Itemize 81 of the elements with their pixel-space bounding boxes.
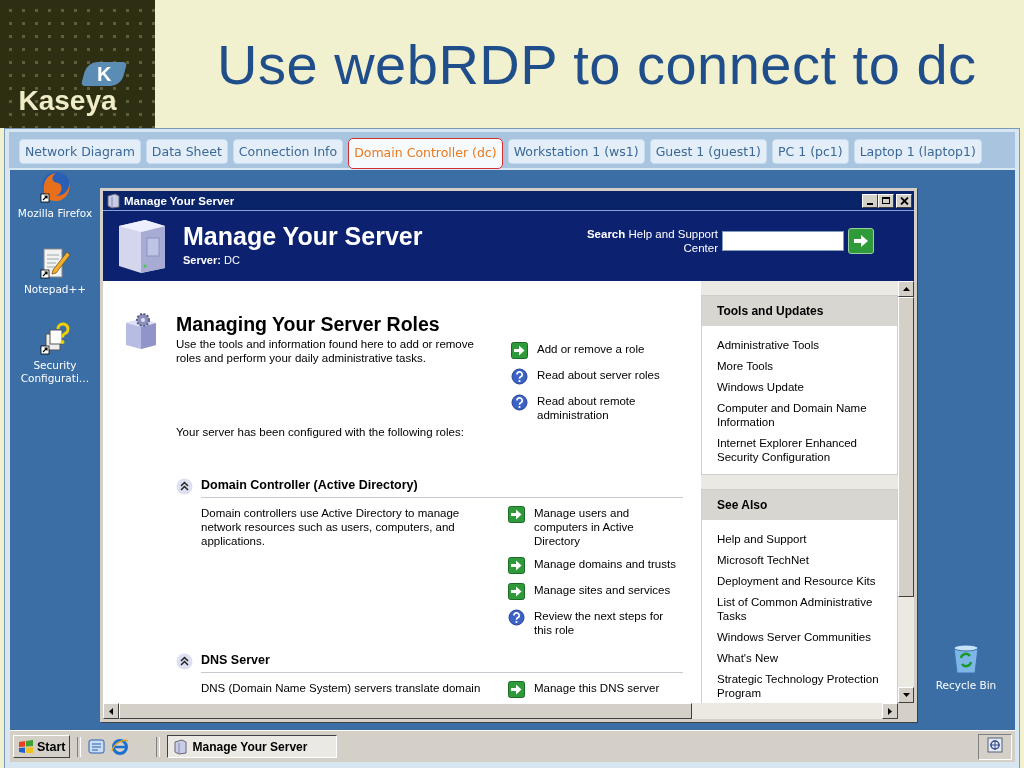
search-label: Search Help and Support Center — [585, 227, 718, 255]
logo-text: Kaseya — [18, 86, 117, 116]
arrow-icon[interactable] — [508, 506, 525, 523]
panel-link[interactable]: Windows Update — [717, 380, 883, 394]
panel-link[interactable]: Strategic Technology Protection Program — [717, 672, 883, 700]
security-config-icon[interactable] — [38, 322, 72, 356]
scroll-up-icon[interactable] — [902, 287, 910, 291]
tab[interactable]: Guest 1 (guest1) — [649, 138, 767, 164]
panel-link[interactable]: Deployment and Resource Kits — [717, 574, 883, 588]
desktop-icon-label[interactable]: Mozilla Firefox — [13, 207, 97, 220]
go-button[interactable] — [848, 228, 874, 254]
maximize-button[interactable] — [878, 193, 894, 208]
scroll-right-icon[interactable] — [888, 707, 892, 715]
panel-link[interactable]: List of Common Administrative Tasks — [717, 595, 883, 623]
section-heading: Managing Your Server Roles — [176, 313, 441, 335]
role-description: Domain controllers use Active Directory to manage network resources such as users, computers, and applications. — [201, 506, 461, 549]
scroll-down-icon[interactable] — [902, 693, 910, 697]
task-link[interactable]: Manage sites and services — [534, 583, 671, 597]
arrow-icon[interactable] — [508, 583, 525, 600]
panel-title: See Also — [702, 490, 897, 520]
panel-link[interactable]: Internet Explorer Enhanced Security Configuration — [717, 436, 883, 464]
tab[interactable]: PC 1 (pc1) — [771, 138, 849, 164]
minimize-button[interactable] — [862, 193, 878, 208]
search-field[interactable] — [722, 231, 844, 251]
logo-mark: K — [80, 62, 128, 86]
server-icon — [172, 738, 189, 755]
role-title: Domain Controller (Active Directory) — [201, 478, 683, 498]
scroll-left-icon[interactable] — [109, 707, 113, 715]
help-icon[interactable] — [508, 609, 525, 626]
arrow-icon[interactable] — [508, 681, 525, 698]
panel-title: Tools and Updates — [702, 296, 897, 326]
desktop-icon-label[interactable]: Security Configurati… — [13, 359, 97, 385]
server-icon — [105, 192, 121, 209]
taskbar-button[interactable]: Manage Your Server — [167, 735, 338, 758]
notepad-icon[interactable] — [38, 246, 72, 280]
tab[interactable]: Laptop 1 (laptop1) — [853, 138, 982, 164]
window-title: Manage Your Server — [124, 194, 236, 207]
tab[interactable]: Network Diagram — [19, 138, 141, 164]
slide-title: Use webRDP to connect to dc — [217, 31, 977, 97]
help-icon[interactable] — [511, 368, 528, 385]
show-desktop-icon[interactable] — [88, 737, 107, 756]
task-link[interactable]: Add or remove a role — [537, 342, 645, 356]
page-title: Manage Your Server — [183, 222, 424, 250]
section-description: Use the tools and information found here to add or remove roles and perform your daily administrative tasks. — [176, 337, 475, 365]
desktop-icon-label[interactable]: Recycle Bin — [924, 679, 1008, 692]
vertical-scrollbar[interactable] — [898, 281, 914, 703]
panel-link[interactable]: Help and Support — [717, 532, 883, 546]
server-gear-icon — [123, 313, 159, 351]
firefox-icon[interactable] — [38, 170, 72, 204]
panel-link[interactable]: Windows Server Communities — [717, 630, 883, 644]
role-title: DNS Server — [201, 653, 683, 673]
arrow-icon[interactable] — [511, 342, 528, 359]
network-tray-icon[interactable] — [987, 736, 1003, 753]
task-link[interactable]: Manage this DNS server — [534, 681, 660, 695]
task-link[interactable]: Read about remote administration — [537, 394, 683, 422]
server-name: Server: DC — [183, 254, 241, 266]
start-button[interactable]: Start — [13, 735, 71, 758]
desktop-icon-label[interactable]: Notepad++ — [13, 283, 97, 296]
panel-link[interactable]: Computer and Domain Name Information — [717, 401, 883, 429]
arrow-icon[interactable] — [852, 233, 870, 249]
help-icon[interactable] — [511, 394, 528, 411]
collapse-toggle-icon[interactable] — [176, 652, 193, 670]
task-link[interactable]: Read about server roles — [537, 368, 660, 382]
browser-icon[interactable] — [111, 737, 130, 756]
horizontal-scrollbar[interactable] — [103, 703, 898, 719]
scrollbar-corner — [898, 703, 914, 719]
tab[interactable]: Workstation 1 (ws1) — [507, 138, 645, 164]
task-link[interactable]: Review the next steps for this role — [534, 609, 680, 637]
panel-link[interactable]: Administrative Tools — [717, 338, 883, 352]
tab[interactable]: Data Sheet — [145, 138, 228, 164]
collapse-toggle-icon[interactable] — [176, 477, 193, 495]
windows-flag-icon — [18, 739, 34, 754]
arrow-icon[interactable] — [508, 557, 525, 574]
panel-link[interactable]: What's New — [717, 651, 883, 665]
panel-link[interactable]: More Tools — [717, 359, 883, 373]
panel-link[interactable]: Microsoft TechNet — [717, 553, 883, 567]
tab[interactable]: Connection Info — [232, 138, 344, 164]
role-description: DNS (Domain Name System) servers translate domain — [201, 681, 482, 696]
task-link[interactable]: Manage domains and trusts — [534, 557, 676, 571]
task-link[interactable]: Manage users and computers in Active Directory — [534, 506, 680, 548]
roles-intro-text: Your server has been configured with the following roles: — [176, 425, 465, 439]
